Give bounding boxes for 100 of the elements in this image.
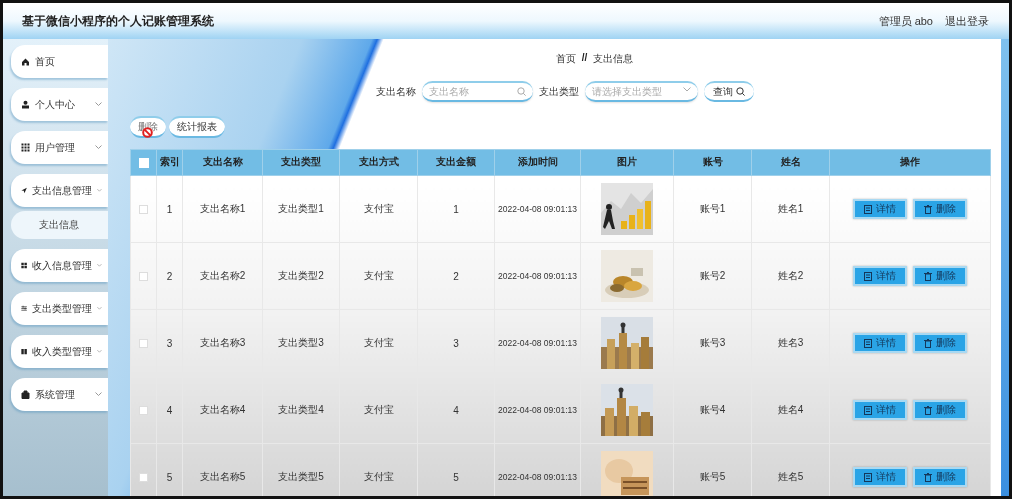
document-icon: [864, 271, 872, 281]
chevron-down-icon: [95, 392, 102, 397]
table-cell: 支付宝: [339, 175, 418, 243]
table-cell: 3: [417, 309, 495, 377]
table-cell: 支付宝: [339, 376, 418, 444]
column-header: 姓名: [751, 149, 830, 176]
query-button[interactable]: 查询: [704, 81, 754, 102]
table-cell: 姓名4: [751, 376, 830, 444]
bag-icon: [21, 390, 30, 399]
column-header: 支出类型: [262, 149, 340, 176]
field-label: 支出名称: [376, 84, 416, 99]
table-cell: 账号2: [673, 242, 752, 310]
table-cell: 支付宝: [339, 309, 418, 377]
book-icon: [21, 347, 28, 356]
row-checkbox[interactable]: [139, 473, 148, 483]
column-header: 图片: [580, 149, 674, 176]
breadcrumb-item: 支出信息: [593, 52, 634, 66]
details-button[interactable]: 详情: [853, 333, 907, 353]
details-button[interactable]: 详情: [853, 199, 907, 219]
column-header: 账号: [673, 149, 752, 176]
chevron-down-icon: [97, 188, 102, 193]
toolbar-button[interactable]: 统计报表: [169, 116, 225, 138]
table-cell: 支出类型2: [262, 242, 340, 310]
nav-item[interactable]: 系统管理: [11, 378, 108, 411]
row-checkbox[interactable]: [139, 339, 148, 349]
select-all-checkbox[interactable]: [138, 158, 149, 169]
table-cell: 支付宝: [339, 242, 418, 310]
row-checkbox[interactable]: [139, 406, 148, 416]
table-cell: 2022-04-08 09:01:13: [494, 175, 581, 243]
table-cell: 账号4: [673, 376, 752, 444]
table-cell: 支出名称4: [182, 376, 263, 444]
sliders-icon: [21, 304, 28, 313]
person-icon: [21, 100, 30, 109]
chevron-down-icon: [97, 349, 102, 354]
table-cell: 支出名称3: [182, 309, 263, 377]
column-header: 添加时间: [494, 149, 581, 176]
document-icon: [864, 472, 872, 482]
nav-subitem[interactable]: 支出信息: [11, 211, 108, 239]
nav-item[interactable]: 收入类型管理: [11, 335, 108, 368]
send-icon: [21, 186, 28, 195]
trash-icon: [924, 271, 932, 281]
document-icon: [864, 204, 872, 214]
table-cell: 支出类型3: [262, 309, 340, 377]
table-cell: 3: [156, 309, 183, 377]
table-cell: 支出类型4: [262, 376, 340, 444]
table-cell: 2022-04-08 09:01:13: [494, 309, 581, 377]
table-cell: 账号3: [673, 309, 752, 377]
trash-icon: [924, 204, 932, 214]
chevron-down-icon: [95, 102, 102, 107]
nav-item[interactable]: 支出信息管理: [11, 174, 108, 207]
table-cell: 2022-04-08 09:01:13: [494, 376, 581, 444]
chevron-down-icon: [97, 263, 102, 268]
trash-icon: [924, 472, 932, 482]
table-cell: 2: [417, 242, 495, 310]
table-cell: 2022-04-08 09:01:13: [494, 242, 581, 310]
search-field[interactable]: 支出名称: [422, 81, 533, 102]
column-header: 支出金额: [417, 149, 495, 176]
search-icon: [517, 87, 526, 96]
user-label: 管理员 abo: [878, 13, 933, 29]
table-cell: 姓名2: [751, 242, 830, 310]
details-button[interactable]: 详情: [853, 400, 907, 420]
search-icon: [736, 87, 745, 96]
grid-icon: [21, 143, 30, 152]
logout-link[interactable]: 退出登录: [945, 13, 989, 29]
nav-item[interactable]: 用户管理: [11, 131, 108, 164]
delete-button[interactable]: 删除: [913, 266, 967, 286]
column-header: 操作: [829, 149, 991, 176]
details-button[interactable]: 详情: [853, 467, 907, 487]
details-button[interactable]: 详情: [853, 266, 907, 286]
table-cell: 支出类型1: [262, 175, 340, 243]
trash-icon: [924, 338, 932, 348]
home-icon: [21, 57, 30, 66]
table-cell: 姓名1: [751, 175, 830, 243]
nav-item[interactable]: 收入信息管理: [11, 249, 108, 282]
type-select[interactable]: 请选择支出类型: [585, 81, 698, 102]
field-label: 支出类型: [539, 84, 579, 99]
delete-button[interactable]: 删除: [913, 400, 967, 420]
table-cell: 支出名称2: [182, 242, 263, 310]
row-checkbox[interactable]: [139, 272, 148, 282]
delete-button[interactable]: 删除: [913, 467, 967, 487]
breadcrumb-separator: //: [581, 52, 588, 65]
delete-button[interactable]: 删除: [913, 199, 967, 219]
table-cell: 2: [156, 242, 183, 310]
breadcrumb-item[interactable]: 首页: [555, 52, 576, 66]
nav-item[interactable]: 支出类型管理: [11, 292, 108, 325]
nav-item[interactable]: 个人中心: [11, 88, 108, 121]
document-icon: [864, 338, 872, 348]
chevron-down-icon: [95, 145, 102, 150]
grid-icon: [21, 261, 28, 270]
trash-icon: [924, 405, 932, 415]
table-cell: 账号1: [673, 175, 752, 243]
table-cell: 4: [417, 376, 495, 444]
delete-button[interactable]: 删除: [913, 333, 967, 353]
table-cell: 姓名3: [751, 309, 830, 377]
nav-item[interactable]: 首页: [11, 45, 108, 78]
table-cell: 支出名称1: [182, 175, 263, 243]
row-checkbox[interactable]: [139, 205, 148, 215]
column-header: 支出名称: [182, 149, 263, 176]
table-cell: 1: [417, 175, 495, 243]
document-icon: [864, 405, 872, 415]
